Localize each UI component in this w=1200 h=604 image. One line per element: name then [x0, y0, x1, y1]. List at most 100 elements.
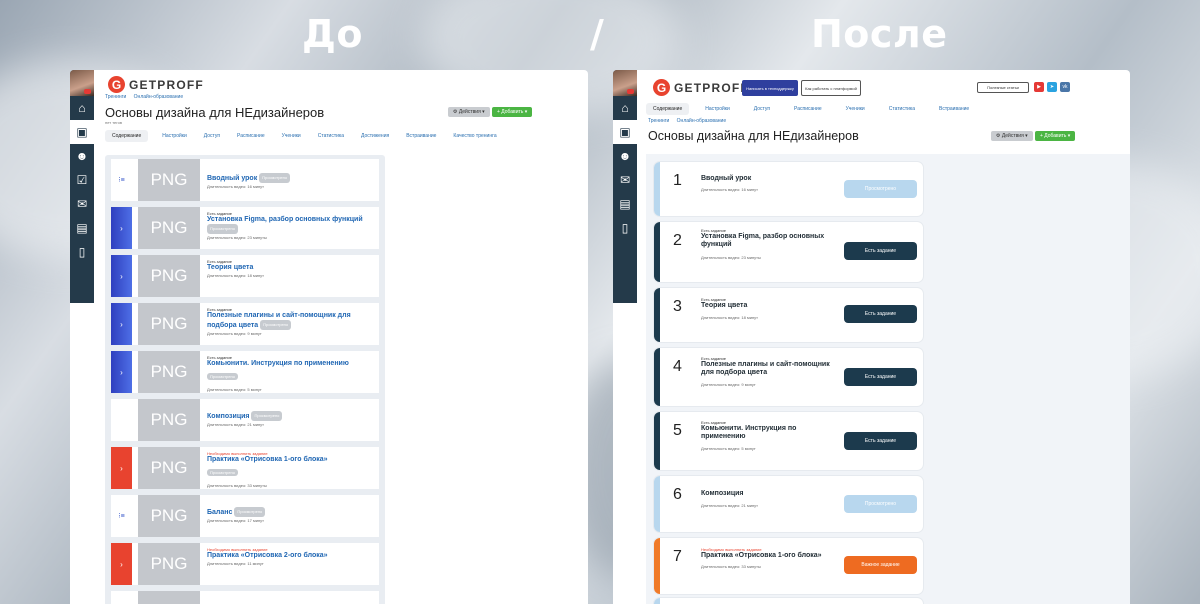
lesson-row[interactable]: › PNG Необходимо выполнить задание Практ…	[111, 447, 379, 489]
logo-text: GETPROFF	[674, 80, 749, 95]
lesson-card[interactable]: 1 Вводный урок Длительность видео: 16 ми…	[654, 162, 923, 216]
how-to-button[interactable]: Как работать с платформой	[801, 80, 861, 96]
list-icon: ⁝≡	[111, 159, 132, 201]
lesson-row[interactable]: › PNG Есть задание Установка Figma, разб…	[111, 207, 379, 249]
important-task-button[interactable]: Важное задание	[844, 556, 917, 574]
add-button[interactable]: + Добавить ▾	[492, 107, 533, 117]
status-stripe	[654, 288, 660, 342]
support-button[interactable]: Написать в техподдержку	[742, 80, 798, 96]
chat-icon[interactable]: ▤	[613, 192, 637, 216]
viewed-button[interactable]: Просмотрено	[844, 180, 917, 198]
lesson-title[interactable]: Композиция	[701, 490, 841, 498]
lesson-number: 5	[673, 422, 682, 439]
tab-quality[interactable]: Качество тренинга	[453, 133, 496, 139]
home-icon[interactable]: ⌂	[613, 96, 637, 120]
tab-students[interactable]: Ученики	[846, 106, 865, 112]
viewed-button[interactable]: Просмотрено	[844, 495, 917, 513]
lesson-card[interactable]: 5 Есть задание Комьюнити. Инструкция по …	[654, 412, 923, 470]
lesson-card[interactable]: 4 Есть задание Полезные плагины и сайт-п…	[654, 348, 923, 406]
chevron-right-icon: ›	[111, 207, 132, 249]
lesson-title[interactable]: Практика «Отрисовка 2-ого блока»	[207, 552, 375, 560]
telegram-icon[interactable]: ➤	[1047, 82, 1057, 92]
lesson-card[interactable]: 7 Необходимо выполнить задание Практика …	[654, 538, 923, 594]
tags-line: нет тегов	[105, 120, 122, 125]
add-button[interactable]: + Добавить ▾	[1035, 131, 1076, 141]
tab-schedule[interactable]: Расписание	[794, 106, 822, 112]
actions-button[interactable]: ⚙ Действия ▾	[448, 107, 490, 117]
phone-icon[interactable]: ▯	[613, 216, 637, 240]
lesson-number: 7	[673, 548, 682, 565]
lesson-duration: Длительность видео: 23 минуты	[207, 235, 267, 240]
tab-access[interactable]: Доступ	[754, 106, 770, 112]
lesson-title[interactable]: Полезные плагины и сайт-помощник для под…	[701, 361, 841, 377]
actions-button[interactable]: ⚙ Действия ▾	[991, 131, 1033, 141]
lesson-title[interactable]: Теория цвета	[701, 302, 841, 310]
lesson-row[interactable]: PNG Композиция Просмотрено Длительность …	[111, 399, 379, 441]
lesson-card[interactable]	[654, 598, 923, 604]
lesson-title[interactable]: Установка Figma, разбор основных функций	[701, 233, 841, 249]
lesson-title[interactable]: Практика «Отрисовка 1-ого блока»	[207, 456, 375, 464]
tab-students[interactable]: Ученики	[282, 133, 301, 139]
avatar[interactable]	[613, 70, 637, 96]
logo[interactable]: G GETPROFF	[653, 79, 749, 96]
tab-content[interactable]: Содержание	[646, 103, 690, 115]
lesson-duration: Длительность видео: 23 минуты	[701, 255, 761, 260]
lesson-title[interactable]: Установка Figma, разбор основных функций	[207, 216, 363, 223]
users-icon[interactable]: ☻	[613, 144, 637, 168]
tab-settings[interactable]: Настройки	[162, 133, 187, 139]
tab-content[interactable]: Содержание	[105, 130, 149, 142]
lesson-title[interactable]: Баланс	[207, 509, 232, 516]
lesson-row[interactable]: ⁝≡ PNG Вводный урок Просмотрено Длительн…	[111, 159, 379, 201]
lesson-title[interactable]: Теория цвета	[207, 264, 375, 272]
tab-bar: Содержание Настройки Доступ Расписание У…	[105, 130, 585, 142]
lesson-row[interactable]: › PNG Необходимо выполнить задание Практ…	[111, 543, 379, 585]
chat-icon[interactable]: ▤	[70, 216, 94, 240]
has-task-button[interactable]: Есть задание	[844, 368, 917, 386]
has-task-button[interactable]: Есть задание	[844, 305, 917, 323]
tab-access[interactable]: Доступ	[204, 133, 220, 139]
lesson-title[interactable]: Вводный урок	[701, 175, 841, 183]
tab-embed[interactable]: Встраивание	[939, 106, 969, 112]
lesson-row[interactable]: › PNG Есть задание Полезные плагины и са…	[111, 303, 379, 345]
lesson-thumbnail: PNG	[138, 495, 200, 537]
avatar[interactable]	[70, 70, 94, 96]
users-icon[interactable]: ☻	[70, 144, 94, 168]
youtube-icon[interactable]: ▶	[1034, 82, 1044, 92]
has-task-button[interactable]: Есть задание	[844, 432, 917, 450]
lesson-title[interactable]: Комьюнити. Инструкция по применению	[701, 425, 841, 441]
tasks-icon[interactable]: ☑	[70, 168, 94, 192]
logo[interactable]: G GETPROFF	[108, 76, 204, 93]
breadcrumb-item[interactable]: Тренинги	[105, 94, 126, 100]
breadcrumb-item[interactable]: Тренинги	[648, 118, 669, 124]
viewed-badge: Просмотрено	[260, 320, 292, 330]
vk-icon[interactable]: vk	[1060, 82, 1070, 92]
training-icon[interactable]: ▣	[613, 120, 637, 144]
useful-articles-button[interactable]: Полезные статьи	[977, 82, 1029, 93]
breadcrumb-item[interactable]: Онлайн-образование	[677, 118, 726, 124]
lesson-row[interactable]: › PNG Есть задание Комьюнити. Инструкция…	[111, 351, 379, 393]
tab-stats[interactable]: Статистика	[889, 106, 915, 112]
lesson-row[interactable]: › PNG Есть задание Теория цвета Длительн…	[111, 255, 379, 297]
tab-embed[interactable]: Встраивание	[406, 133, 436, 139]
lesson-title[interactable]: Практика «Отрисовка 1-ого блока»	[701, 552, 841, 560]
mail-icon[interactable]: ✉	[70, 192, 94, 216]
breadcrumb-item[interactable]: Онлайн-образование	[134, 94, 183, 100]
phone-icon[interactable]: ▯	[70, 240, 94, 264]
lesson-title[interactable]: Вводный урок	[207, 175, 257, 182]
mail-icon[interactable]: ✉	[613, 168, 637, 192]
lesson-row[interactable]: ⁝≡ PNG Баланс Просмотрено Длительность в…	[111, 495, 379, 537]
lesson-row[interactable]: PNG	[111, 591, 379, 604]
lesson-card[interactable]: 2 Есть задание Установка Figma, разбор о…	[654, 222, 923, 282]
training-icon[interactable]: ▣	[70, 120, 94, 144]
lesson-title[interactable]: Комьюнити. Инструкция по применению	[207, 360, 375, 368]
home-icon[interactable]: ⌂	[70, 96, 94, 120]
lesson-card[interactable]: 3 Есть задание Теория цвета Длительность…	[654, 288, 923, 342]
notification-dot	[84, 89, 91, 94]
lesson-card[interactable]: 6 Композиция Длительность видео: 21 мину…	[654, 476, 923, 532]
lesson-title[interactable]: Композиция	[207, 413, 250, 420]
tab-settings[interactable]: Настройки	[705, 106, 730, 112]
tab-achievements[interactable]: Достижения	[361, 133, 389, 139]
tab-schedule[interactable]: Расписание	[237, 133, 265, 139]
has-task-button[interactable]: Есть задание	[844, 242, 917, 260]
tab-stats[interactable]: Статистика	[318, 133, 344, 139]
